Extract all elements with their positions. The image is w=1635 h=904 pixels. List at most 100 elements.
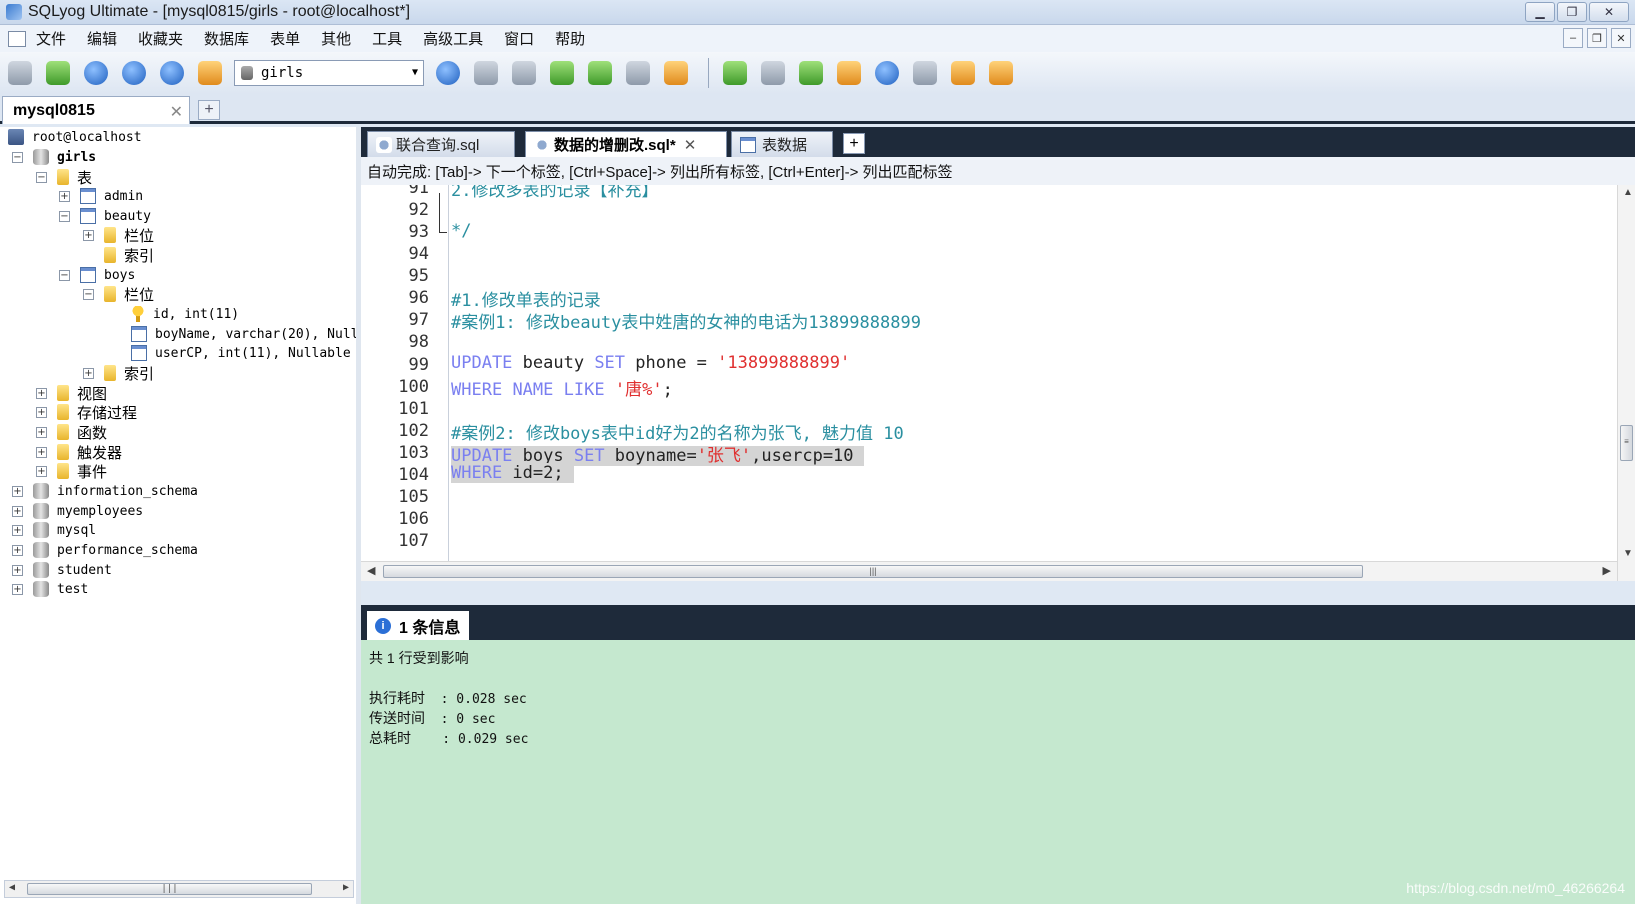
tree-node-db-student[interactable]: + student	[12, 560, 112, 580]
menu-favorites[interactable]: 收藏夹	[138, 28, 183, 49]
new-connection-icon[interactable]	[4, 57, 36, 89]
menu-database[interactable]: 数据库	[204, 28, 249, 49]
add-query-tab-button[interactable]: +	[843, 133, 865, 154]
expand-icon[interactable]: +	[12, 583, 23, 595]
tree-node-tables[interactable]: − 表	[36, 167, 92, 187]
editor-vertical-scrollbar[interactable]: ▲ ≡ ▼	[1617, 185, 1635, 581]
tree-node-db-information-schema[interactable]: + information_schema	[12, 481, 198, 501]
expand-icon[interactable]: +	[36, 446, 47, 458]
expand-icon[interactable]: +	[12, 524, 23, 536]
export-icon[interactable]	[584, 57, 616, 89]
tab-messages[interactable]: i 1 条信息	[367, 611, 469, 640]
expand-icon[interactable]: +	[36, 426, 47, 438]
menu-advanced-tools[interactable]: 高级工具	[423, 28, 483, 49]
mdi-restore-button[interactable]: ❐	[1587, 28, 1607, 48]
expand-icon[interactable]: +	[59, 190, 70, 202]
tree-node-views[interactable]: + 视图	[36, 383, 107, 403]
mdi-minimize-button[interactable]: –	[1563, 28, 1583, 48]
collapse-icon[interactable]: −	[59, 210, 70, 222]
scroll-right-icon[interactable]: ▶	[343, 882, 349, 893]
scroll-up-icon[interactable]: ▲	[1623, 187, 1633, 198]
expand-icon[interactable]: +	[83, 229, 94, 241]
tree-node-col-usercp[interactable]: userCP, int(11), Nullable	[131, 343, 351, 363]
menu-edit[interactable]: 编辑	[87, 28, 117, 49]
menu-tools[interactable]: 工具	[372, 28, 402, 49]
backup-db-icon[interactable]	[470, 57, 502, 89]
connection-tab[interactable]: mysql0815 ✕	[2, 96, 190, 124]
format-icon[interactable]	[719, 57, 751, 89]
tab-union-query[interactable]: 联合查询.sql	[367, 131, 515, 157]
collapse-icon[interactable]: −	[83, 288, 94, 300]
tab-crud-query[interactable]: 数据的增删改.sql* ✕	[525, 131, 727, 157]
editor-horizontal-scrollbar[interactable]: ◀ ||| ▶	[361, 561, 1617, 581]
sync-db-icon[interactable]	[757, 57, 789, 89]
tree-node-root[interactable]: root@localhost	[8, 127, 142, 147]
tree-node-db-performance-schema[interactable]: + performance_schema	[12, 540, 198, 560]
collapse-icon[interactable]: −	[59, 269, 70, 281]
tree-node-table-beauty[interactable]: − beauty	[59, 206, 151, 226]
tree-horizontal-scrollbar[interactable]: ◀ ||| ▶	[4, 880, 354, 898]
tree-node-events[interactable]: + 事件	[36, 461, 107, 481]
tree-node-col-boyname[interactable]: boyName, varchar(20), Null:	[131, 324, 356, 344]
menu-help[interactable]: 帮助	[555, 28, 585, 49]
scroll-left-icon[interactable]: ◀	[367, 564, 375, 577]
sql-editor[interactable]: 91 92 93 94 95 96 97 98 99 100 101 102 1…	[361, 185, 1635, 581]
copy-db-icon[interactable]	[833, 57, 865, 89]
tree-node-table-boys[interactable]: − boys	[59, 265, 135, 285]
tree-node-table-admin[interactable]: + admin	[59, 186, 143, 206]
menu-file[interactable]: 文件	[36, 28, 66, 49]
restore-button[interactable]: ❐	[1557, 2, 1587, 22]
minimize-button[interactable]: ▁	[1525, 2, 1555, 22]
monitor-icon[interactable]	[909, 57, 941, 89]
tree-node-db-test[interactable]: + test	[12, 579, 88, 599]
scroll-down-icon[interactable]: ▼	[1623, 548, 1633, 559]
designer-icon[interactable]	[985, 57, 1017, 89]
users-icon[interactable]	[194, 57, 226, 89]
import-icon[interactable]	[546, 57, 578, 89]
expand-icon[interactable]: +	[36, 465, 47, 477]
report-icon[interactable]	[947, 57, 979, 89]
expand-icon[interactable]: +	[83, 367, 94, 379]
database-selector[interactable]: girls ▼	[234, 60, 424, 86]
tree-node-boys-indexes[interactable]: + 索引	[83, 363, 154, 383]
schema-icon[interactable]	[660, 57, 692, 89]
expand-icon[interactable]: +	[12, 505, 23, 517]
scroll-right-icon[interactable]: ▶	[1603, 564, 1611, 577]
scrollbar-thumb[interactable]: |||	[27, 883, 312, 895]
tree-node-db-girls[interactable]: − girls	[12, 147, 96, 167]
menu-other[interactable]: 其他	[321, 28, 351, 49]
add-connection-button[interactable]: +	[198, 100, 220, 120]
execute-all-icon[interactable]	[118, 57, 150, 89]
close-button[interactable]: ✕	[1589, 2, 1629, 22]
scroll-left-icon[interactable]: ◀	[9, 882, 15, 893]
tree-node-functions[interactable]: + 函数	[36, 422, 107, 442]
new-query-icon[interactable]	[42, 57, 74, 89]
restore-db-icon[interactable]	[508, 57, 540, 89]
user-manager-icon[interactable]	[432, 57, 464, 89]
mdi-close-button[interactable]: ✕	[1611, 28, 1631, 48]
compare-icon[interactable]	[795, 57, 827, 89]
migration-icon[interactable]	[871, 57, 903, 89]
tree-node-db-mysql[interactable]: + mysql	[12, 520, 96, 540]
tree-node-procedures[interactable]: + 存储过程	[36, 402, 137, 422]
close-icon[interactable]: ✕	[170, 102, 183, 122]
tree-node-db-myemployees[interactable]: + myemployees	[12, 501, 143, 521]
tree-node-beauty-indexes[interactable]: 索引	[104, 245, 154, 265]
tree-node-triggers[interactable]: + 触发器	[36, 442, 122, 462]
expand-icon[interactable]: +	[12, 564, 23, 576]
collapse-icon[interactable]: −	[36, 171, 47, 183]
execute-query-icon[interactable]	[80, 57, 112, 89]
tree-node-beauty-columns[interactable]: + 栏位	[83, 225, 154, 245]
tree-node-boys-columns[interactable]: − 栏位	[83, 284, 154, 304]
document-menu-icon[interactable]	[8, 30, 26, 47]
close-icon[interactable]: ✕	[684, 136, 697, 154]
scrollbar-thumb[interactable]: |||	[383, 565, 1363, 578]
tab-table-data[interactable]: 表数据	[731, 131, 833, 157]
menu-window[interactable]: 窗口	[504, 28, 534, 49]
expand-icon[interactable]: +	[36, 387, 47, 399]
tree-node-col-id[interactable]: id, int(11)	[131, 304, 239, 324]
table-data-icon[interactable]	[622, 57, 654, 89]
scrollbar-thumb[interactable]: ≡	[1620, 425, 1633, 461]
expand-icon[interactable]: +	[36, 406, 47, 418]
refresh-icon[interactable]	[156, 57, 188, 89]
